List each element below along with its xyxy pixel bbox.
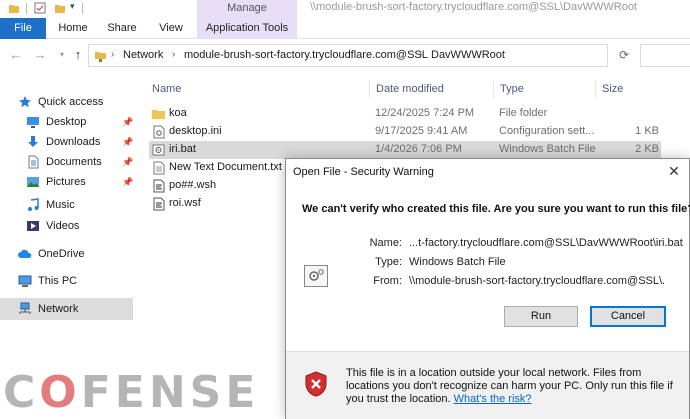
tab-application-tools[interactable]: Application Tools xyxy=(197,18,297,39)
folder-icon xyxy=(9,5,19,13)
navigation-bar: ← → ▾ ↑ › Network › module-brush-sort-fa… xyxy=(0,43,690,69)
new-folder-icon[interactable] xyxy=(54,2,66,14)
close-icon[interactable]: ✕ xyxy=(666,163,682,179)
folder-icon xyxy=(152,110,165,119)
document-icon xyxy=(28,155,39,169)
dialog-question: We can't verify who created this file. A… xyxy=(302,203,690,215)
tab-home[interactable]: Home xyxy=(52,18,94,39)
download-icon xyxy=(28,136,38,147)
address-bar[interactable]: › Network › module-brush-sort-factory.tr… xyxy=(88,44,608,67)
column-header-date-modified[interactable]: Date modified xyxy=(376,80,444,98)
titlebar-separator xyxy=(26,3,27,14)
settings-file-icon xyxy=(153,125,165,139)
tab-share[interactable]: Share xyxy=(102,18,142,39)
manage-contextual-tab[interactable]: Manage xyxy=(197,0,297,18)
run-button[interactable]: Run xyxy=(504,306,578,327)
tab-view[interactable]: View xyxy=(152,18,190,39)
network-folder-icon xyxy=(95,52,106,62)
column-separator[interactable] xyxy=(595,80,596,98)
window-title: \\module-brush-sort-factory.trycloudflar… xyxy=(310,1,637,13)
text-file-icon xyxy=(153,161,165,175)
refresh-icon[interactable]: ⟳ xyxy=(614,48,634,64)
properties-icon[interactable] xyxy=(34,2,46,14)
security-warning-dialog: Open File - Security Warning ✕ We can't … xyxy=(285,158,690,419)
customize-toolbar-icon[interactable]: ▾ xyxy=(70,1,75,12)
pin-icon[interactable]: 📌 xyxy=(122,137,133,148)
file-row-iri-bat[interactable]: iri.bat 1/4/2026 7:06 PM Windows Batch F… xyxy=(149,141,661,159)
whats-the-risk-link[interactable]: What's the risk? xyxy=(454,393,532,405)
video-icon xyxy=(27,221,39,231)
file-row-desktop-ini[interactable]: desktop.ini 9/17/2025 9:41 AM Configurat… xyxy=(149,123,661,141)
breadcrumb-server[interactable]: module-brush-sort-factory.trycloudflare.… xyxy=(184,49,428,61)
computer-icon xyxy=(18,275,32,287)
breadcrumb-separator-icon: › xyxy=(172,49,176,60)
script-file-icon xyxy=(153,197,165,211)
tab-file[interactable]: File xyxy=(0,18,46,39)
type-value: Windows Batch File xyxy=(409,256,506,268)
pin-icon[interactable]: 📌 xyxy=(122,177,133,188)
pin-icon[interactable]: 📌 xyxy=(122,157,133,168)
file-gear-icon xyxy=(304,265,328,287)
up-arrow-icon[interactable]: ↑ xyxy=(70,47,86,63)
network-icon xyxy=(19,302,31,314)
script-file-icon xyxy=(153,179,165,193)
dialog-warning-footer: This file is in a location outside your … xyxy=(286,353,689,419)
music-icon xyxy=(28,198,39,211)
name-label: Name: xyxy=(369,237,402,249)
desktop-icon xyxy=(27,117,39,128)
breadcrumb-separator-icon: › xyxy=(111,49,115,60)
titlebar-separator xyxy=(82,3,83,14)
search-input[interactable] xyxy=(640,44,690,67)
cofense-watermark: COFENSE xyxy=(3,367,260,418)
column-separator[interactable] xyxy=(493,80,494,98)
back-arrow-icon[interactable]: ← xyxy=(8,47,24,63)
from-label: From: xyxy=(373,275,402,287)
column-header-name[interactable]: Name xyxy=(152,80,181,98)
file-row-koa[interactable]: koa 12/24/2025 7:24 PM File folder xyxy=(149,105,661,123)
breadcrumb-network[interactable]: Network xyxy=(123,49,163,61)
cancel-button[interactable]: Cancel xyxy=(590,306,666,327)
warning-message: This file is in a location outside your … xyxy=(346,367,673,405)
breadcrumb-davwwwroot[interactable]: DavWWWRoot xyxy=(431,49,505,61)
dialog-titlebar: Open File - Security Warning ✕ xyxy=(286,159,689,185)
type-label: Type: xyxy=(375,256,402,268)
column-header-size[interactable]: Size xyxy=(602,80,623,98)
star-icon xyxy=(19,96,31,108)
name-value: ...t-factory.trycloudflare.com@SSL\DavWW… xyxy=(409,237,683,249)
batch-file-icon xyxy=(152,144,165,156)
ribbon-tabs: File Home Share View Application Tools xyxy=(0,18,690,39)
column-separator[interactable] xyxy=(369,80,370,98)
pin-icon[interactable]: 📌 xyxy=(122,117,133,128)
dialog-title: Open File - Security Warning xyxy=(293,166,434,178)
recent-locations-chevron-icon[interactable]: ▾ xyxy=(54,47,70,63)
picture-icon xyxy=(27,177,39,187)
forward-arrow-icon[interactable]: → xyxy=(32,47,48,63)
window-titlebar: ▾ Manage \\module-brush-sort-factory.try… xyxy=(0,0,690,18)
column-header-type[interactable]: Type xyxy=(500,80,524,98)
from-value: \\module-brush-sort-factory.trycloudflar… xyxy=(409,275,664,287)
cloud-icon xyxy=(18,249,32,258)
breadcrumb-separator-icon: › xyxy=(419,49,423,60)
security-shield-icon xyxy=(305,371,327,397)
